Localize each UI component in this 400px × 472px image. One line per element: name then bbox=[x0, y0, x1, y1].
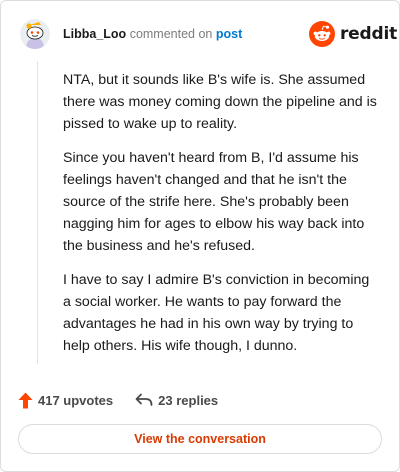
replies-stat[interactable]: 23 replies bbox=[135, 393, 218, 408]
upvote-arrow-icon bbox=[18, 392, 33, 408]
upvotes-count: 417 upvotes bbox=[38, 392, 114, 408]
comment-header: Libba_Loo commented on post bbox=[63, 27, 242, 41]
commented-on-text: commented on bbox=[129, 27, 213, 41]
reddit-wordmark: reddit bbox=[340, 24, 398, 44]
avatar[interactable] bbox=[20, 19, 50, 49]
replies-count: 23 replies bbox=[158, 392, 219, 408]
snoo-avatar-icon bbox=[20, 19, 50, 49]
comment-paragraph: NTA, but it sounds like B's wife is. She… bbox=[63, 72, 377, 132]
post-link[interactable]: post bbox=[216, 27, 242, 41]
reply-arrow-icon bbox=[135, 393, 153, 406]
reddit-logo[interactable]: reddit bbox=[309, 21, 397, 47]
view-conversation-button[interactable]: View the conversation bbox=[18, 424, 382, 454]
comment-stats: 417 upvotes 23 replies bbox=[18, 389, 218, 411]
comment-embed-card: Libba_Loo commented on post reddit NTA, … bbox=[0, 0, 400, 472]
reddit-snoo-icon bbox=[309, 21, 335, 47]
comment-paragraph: Since you haven't heard from B, I'd assu… bbox=[63, 150, 365, 254]
comment-paragraph: I have to say I admire B's conviction in… bbox=[63, 272, 370, 354]
username-link[interactable]: Libba_Loo bbox=[63, 27, 126, 41]
comment-body: NTA, but it sounds like B's wife is. She… bbox=[63, 69, 381, 369]
upvotes-stat[interactable]: 417 upvotes bbox=[18, 392, 113, 409]
thread-line bbox=[37, 61, 38, 364]
